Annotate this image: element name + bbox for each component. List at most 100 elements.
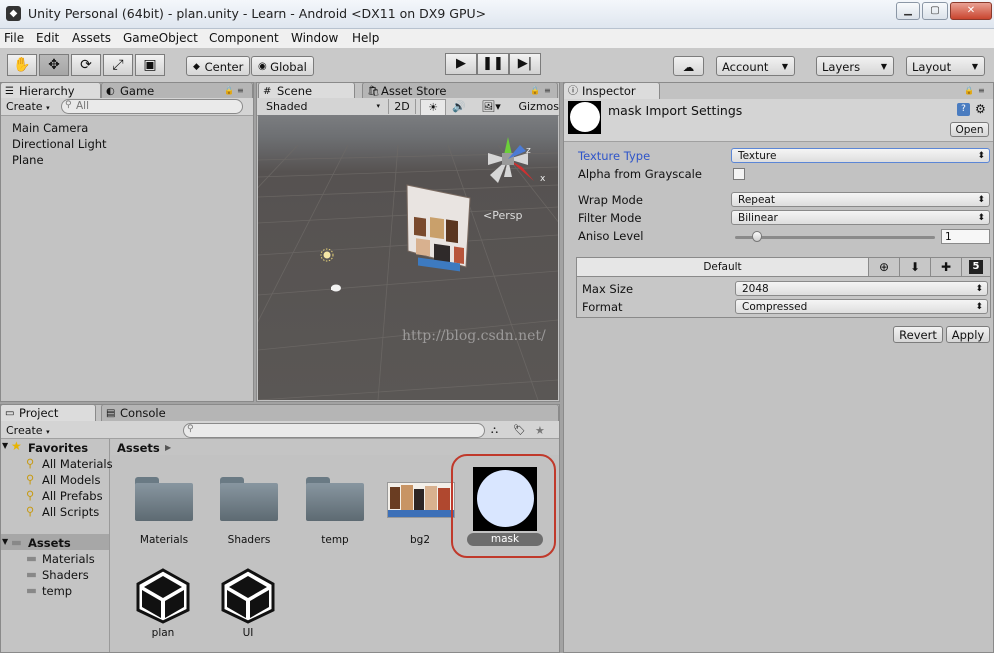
hand-tool-icon[interactable]: ✋ [7, 54, 37, 76]
close-button[interactable]: ✕ [950, 2, 992, 20]
filter-by-type-icon[interactable]: ⛬ [491, 423, 509, 438]
favorite-all-prefabs[interactable]: All Prefabs [42, 489, 103, 503]
scene-lighting-toggle-icon[interactable]: ☀ [420, 99, 446, 116]
gear-icon[interactable]: ⚙ [975, 102, 986, 116]
asset-folder-temp[interactable] [306, 477, 364, 522]
panel-menu-icon[interactable]: ≡ [237, 86, 244, 95]
persp-label[interactable]: <Persp [483, 209, 522, 222]
hierarchy-item-directional-light[interactable]: Directional Light [12, 137, 107, 151]
help-book-icon[interactable]: ? [957, 103, 970, 116]
tree-item-temp[interactable]: temp [42, 584, 72, 598]
maximize-button[interactable]: ▢ [922, 2, 948, 20]
filter-mode-dropdown[interactable]: Bilinear ⬍ [731, 210, 990, 225]
play-button[interactable]: ▶ [445, 53, 477, 75]
tab-scene[interactable]: # Scene [258, 82, 355, 99]
favorite-star-icon[interactable]: ★ [535, 423, 553, 438]
orientation-gizmo[interactable] [488, 137, 534, 183]
expand-arrow-icon[interactable]: ▼ [2, 441, 8, 450]
asset-texture-mask[interactable] [473, 467, 537, 531]
breadcrumb-assets[interactable]: Assets [117, 441, 160, 455]
format-label: Format [582, 300, 623, 314]
lock-icon[interactable]: 🔒 [964, 86, 974, 95]
toggle-2d-button[interactable]: 2D [388, 99, 416, 114]
menu-component[interactable]: Component [209, 31, 279, 45]
max-size-dropdown[interactable]: 2048 ⬍ [735, 281, 988, 296]
persp-label-text: Persp [492, 209, 523, 222]
menu-window[interactable]: Window [291, 31, 338, 45]
aniso-level-slider-track[interactable] [735, 236, 935, 239]
platform-tab-default[interactable]: Default [577, 258, 869, 276]
scale-tool-icon[interactable]: ⤢ [103, 54, 133, 76]
tab-inspector[interactable]: ⓘ Inspector [563, 82, 660, 99]
folder-icon [135, 483, 193, 521]
filter-by-label-icon[interactable]: 🏷 [513, 423, 531, 438]
hierarchy-search-input[interactable]: ⚲ All [61, 99, 243, 114]
scene-viewport[interactable]: z x <Persp [258, 115, 558, 400]
unity-scene-icon-ui[interactable] [219, 568, 277, 624]
tab-game-label: Game [120, 84, 155, 98]
project-search-input[interactable]: ⚲ [183, 423, 485, 438]
step-button[interactable]: ▶| [509, 53, 541, 75]
rotate-tool-icon[interactable]: ⟳ [71, 54, 101, 76]
android-icon[interactable]: ✚ [931, 258, 962, 276]
tab-hierarchy-label: Hierarchy [19, 84, 75, 98]
tab-hierarchy[interactable]: ☰ Hierarchy [0, 82, 101, 99]
apply-button[interactable]: Apply [946, 326, 990, 343]
tree-item-assets[interactable]: Assets [28, 536, 71, 550]
unity-scene-icon-plan[interactable] [134, 568, 192, 624]
lock-icon[interactable]: 🔒 [530, 86, 540, 95]
cloud-icon[interactable]: ☁ [673, 56, 704, 76]
move-tool-icon[interactable]: ✥ [39, 54, 69, 76]
html5-icon[interactable]: 5 [962, 258, 990, 276]
panel-menu-icon[interactable]: ≡ [544, 86, 551, 95]
menu-help[interactable]: Help [352, 31, 379, 45]
shading-mode-dropdown[interactable]: Shaded ▾ [266, 99, 382, 114]
tab-project[interactable]: ▭ Project [0, 404, 96, 421]
menu-file[interactable]: File [4, 31, 24, 45]
web-platform-icon[interactable]: ⊕ [869, 258, 900, 276]
minimize-button[interactable]: ▁ [896, 2, 920, 20]
favorites-label[interactable]: Favorites [28, 441, 88, 455]
lock-icon[interactable]: 🔒 [224, 86, 234, 95]
expand-arrow-icon[interactable]: ▼ [2, 537, 8, 546]
favorite-all-models[interactable]: All Models [42, 473, 100, 487]
panel-menu-icon[interactable]: ≡ [978, 86, 985, 95]
rect-tool-icon[interactable]: ▣ [135, 54, 165, 76]
asset-folder-shaders[interactable] [220, 477, 278, 522]
menu-gameobject[interactable]: GameObject [123, 31, 198, 45]
revert-button[interactable]: Revert [893, 326, 943, 343]
aniso-level-input[interactable]: 1 [941, 229, 990, 244]
tree-item-shaders[interactable]: Shaders [42, 568, 89, 582]
textured-plane[interactable] [406, 184, 471, 272]
texture-type-dropdown[interactable]: Texture ⬍ [731, 148, 990, 163]
open-button[interactable]: Open [950, 122, 989, 137]
menu-assets[interactable]: Assets [72, 31, 111, 45]
asset-folder-materials[interactable] [135, 477, 193, 522]
asset-image-bg2[interactable] [387, 482, 455, 518]
format-dropdown[interactable]: Compressed ⬍ [735, 299, 988, 314]
tree-item-materials[interactable]: Materials [42, 552, 95, 566]
account-dropdown[interactable]: Account ▼ [716, 56, 795, 76]
layers-dropdown[interactable]: Layers ▼ [816, 56, 894, 76]
scene-effects-dropdown-icon[interactable]: 🖼▾ [474, 99, 508, 114]
pivot-center-button[interactable]: ◆ Center [186, 56, 250, 76]
pause-button[interactable]: ❚❚ [477, 53, 509, 75]
standalone-download-icon[interactable]: ⬇ [900, 258, 931, 276]
camera-icon[interactable] [331, 284, 341, 292]
hierarchy-create-dropdown[interactable]: Create ▾ [6, 99, 56, 114]
tab-console[interactable]: ▤ Console [101, 404, 559, 421]
layout-dropdown[interactable]: Layout ▼ [906, 56, 985, 76]
alpha-grayscale-checkbox[interactable] [733, 168, 745, 180]
global-space-button[interactable]: ◉ Global [251, 56, 314, 76]
hierarchy-item-main-camera[interactable]: Main Camera [12, 121, 88, 135]
hierarchy-item-plane[interactable]: Plane [12, 153, 44, 167]
project-create-dropdown[interactable]: Create ▾ [6, 423, 54, 438]
favorite-all-scripts[interactable]: All Scripts [42, 505, 99, 519]
wrap-mode-dropdown[interactable]: Repeat ⬍ [731, 192, 990, 207]
menu-edit[interactable]: Edit [36, 31, 59, 45]
favorite-all-materials[interactable]: All Materials [42, 457, 113, 471]
tab-asset-store[interactable]: 🛍 Asset Store [362, 82, 558, 99]
scene-audio-toggle-icon[interactable]: 🔊 [447, 99, 471, 114]
account-label: Account [722, 60, 769, 74]
gizmos-dropdown[interactable]: Gizmos [515, 99, 561, 114]
